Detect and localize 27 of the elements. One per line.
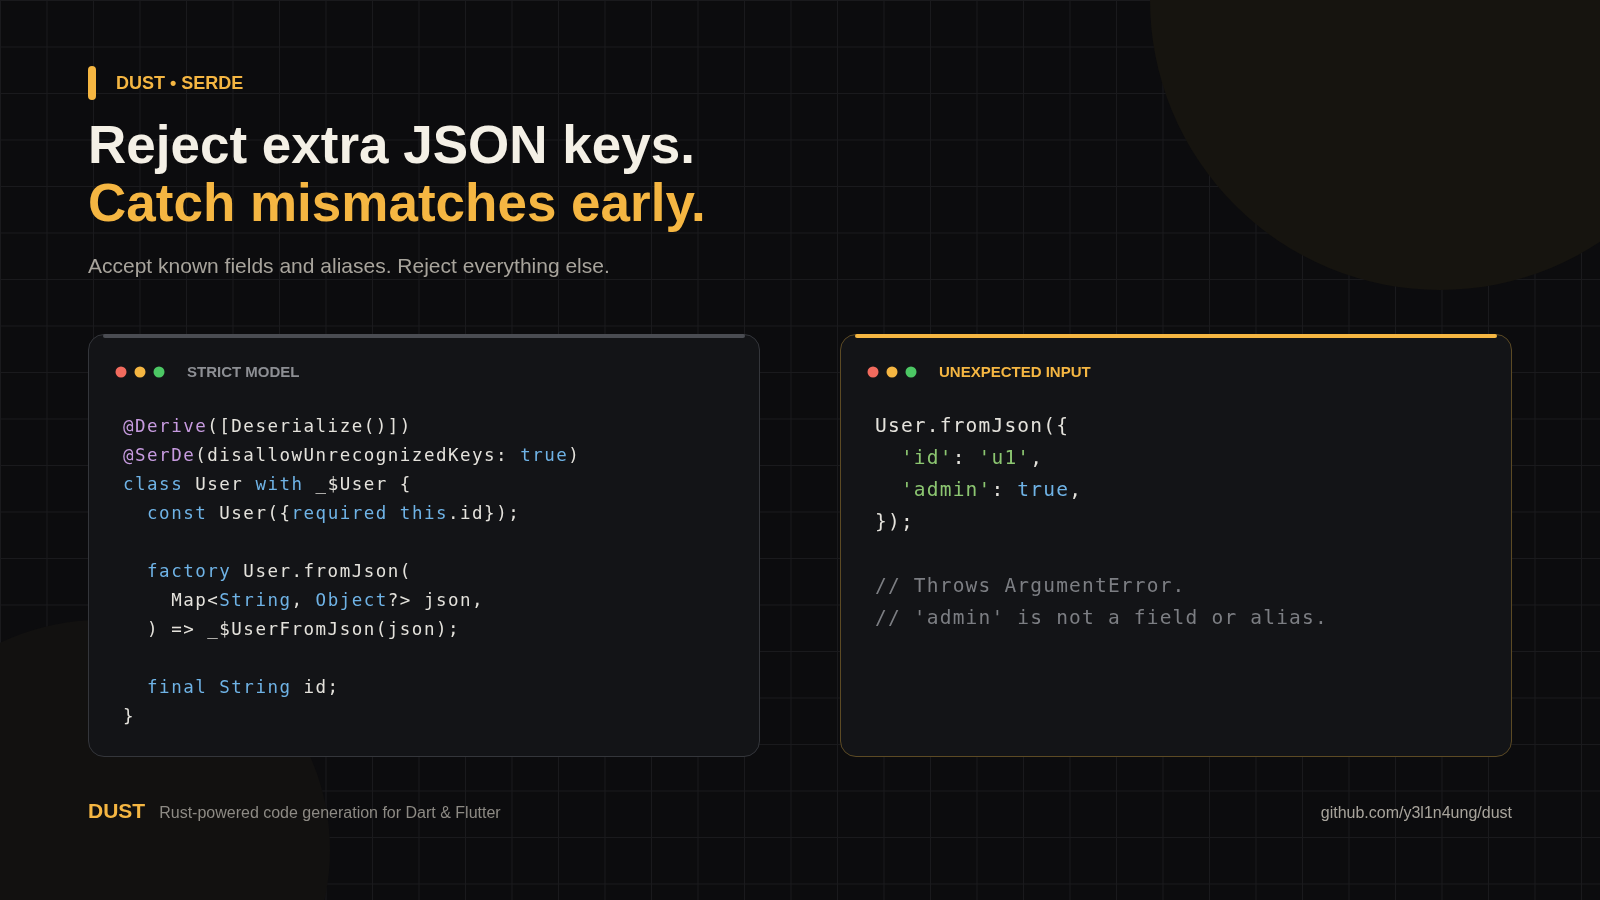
code-line: @Derive([Deserialize()]) [123,415,413,438]
eyebrow-label: DUST • SERDE [116,72,244,94]
code-line: ) => _$UserFromJson(json); [146,618,461,641]
code-line: }); [875,509,915,535]
code-line: class User with _$User { [123,473,413,496]
code-line: factory User.fromJson( [146,560,413,583]
code-line: @SerDe(disallowUnrecognizedKeys: true) [123,444,582,467]
code-line: User.fromJson({ [875,413,1071,439]
window-dots-icon [115,365,165,378]
headline-accent: Catch mismatches early. [88,174,707,232]
brand-name: DUST [88,799,146,823]
code-line: Map<String, Object?> json, [170,589,486,612]
subtitle: Accept known fields and aliases. Reject everything else. [88,254,611,278]
code-line: 'admin': true, [899,477,1084,503]
code-line: // Throws ArgumentError. [875,573,1187,599]
repo-link[interactable]: github.com/y3l1n4ung/dust [1320,804,1512,822]
window-dots-icon [867,365,917,378]
tagline: Rust-powered code generation for Dart & Flutter [159,804,501,822]
code-line: 'id': 'u1', [899,445,1045,471]
code-line: const User({required this.id}); [146,502,522,525]
accent-bar [88,66,96,100]
code-line: final String id; [146,676,341,699]
card-title: STRICT MODEL [187,363,300,380]
card-title: UNEXPECTED INPUT [939,363,1091,380]
headline: Reject extra JSON keys. [88,116,696,174]
code-line: // 'admin' is not a field or alias. [875,605,1329,631]
code-line: } [123,705,137,728]
